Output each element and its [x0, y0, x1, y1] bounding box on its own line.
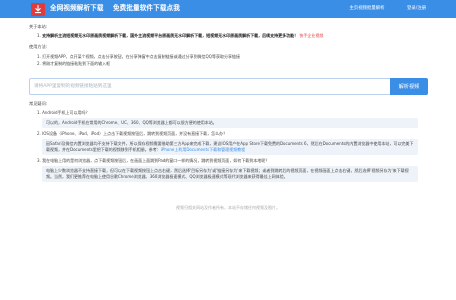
- faq-question: 2. IOS设备（iPhone、iPad、iPod）上点击下载视频按钮后，跳转到…: [37, 131, 228, 137]
- parse-form: 解析视频: [29, 78, 428, 95]
- about-item-highlight: 快手企业视频: [299, 33, 324, 39]
- faq-answer: 可以的，Android手机在常用的Chrome、UC、360、QQ等浏览器上都可…: [42, 118, 418, 129]
- faq-question: 1. Android手机上可以用吗？: [37, 110, 90, 116]
- about-item: 1. 支持解析主流短视频无水印原画质视频解析下载，国外主流视频平台原画质无水印解…: [37, 33, 429, 39]
- parse-video-button[interactable]: 解析视频: [390, 78, 428, 95]
- intro-section: 关于本站: 1. 支持解析主流短视频无水印原画质视频解析下载，国外主流视频平台原…: [29, 24, 429, 68]
- brand: 全网视频解析下载 免费批量软件下载点我: [50, 4, 187, 14]
- faq-section: 常见疑问: 1. Android手机上可以用吗？ 可以的，Android手机在常…: [29, 101, 428, 183]
- about-item-text: 支持解析主流短视频无水印原画质视频解析下载，国外主流视频平台原画质无水印解析下载…: [42, 33, 299, 39]
- nav-batch-parse[interactable]: 主页视频批量解析: [349, 6, 384, 11]
- top-navigation-bar: 全网视频解析下载 免费批量软件下载点我 主页视频批量解析 登录/注册: [0, 0, 456, 18]
- site-logo[interactable]: [31, 3, 45, 16]
- documents-tutorial-link[interactable]: iPhone上利用Documents下载和管理视频教程: [161, 147, 245, 152]
- about-item-number: 1.: [37, 33, 41, 39]
- usage-step: 1. 打开视频APP，点开某个视频，点击分享按钮，在分享弹窗中点击复制链接或通过…: [37, 53, 240, 59]
- faq-answer-text: 可以的，Android手机在常用的Chrome、UC、360、QQ等浏览器上都可…: [46, 120, 217, 126]
- nav-login-register[interactable]: 登录/注册: [407, 6, 426, 11]
- usage-title: 使用方法:: [29, 44, 48, 50]
- top-nav: 主页视频批量解析 登录/注册: [328, 6, 426, 13]
- usage-section: 使用方法: 1. 打开视频APP，点开某个视频，点击分享按钮，在分享弹窗中点击复…: [29, 44, 429, 66]
- video-url-input[interactable]: [29, 78, 391, 95]
- about-title: 关于本站:: [29, 24, 48, 29]
- faq-answer: 因Safari及微信内置浏览器均不支持下载文件，所以保存视频需要借助第三方App…: [42, 139, 418, 156]
- usage-steps: 1. 打开视频APP，点开某个视频，点击分享按钮，在分享弹窗中点击复制链接或通过…: [37, 54, 429, 67]
- faq-title: 常见疑问:: [29, 101, 48, 106]
- faq-answer-text: 电脑上少数浏览器不支持直接下载，但可以在下载视频按钮上点击右键，然后选择'目标另…: [46, 168, 409, 180]
- download-icon: [35, 5, 41, 14]
- footer-disclaimer: 视频归相关网站及作者所有，本站不存储任何视频及图片。: [176, 205, 280, 210]
- brand-title[interactable]: 全网视频解析下载: [50, 4, 104, 12]
- faq-answer: 电脑上少数浏览器不支持直接下载，但可以在下载视频按钮上点击右键，然后选择'目标另…: [42, 166, 418, 183]
- faq-question: 3. 我在电脑上用的是何浏览器，点下载视频按钮后，在画面上面跳到Pad的窗口一样…: [37, 158, 270, 164]
- usage-step: 2. 将刚才复制的链接粘贴到下面的输入框: [37, 60, 111, 66]
- brand-subtitle-link[interactable]: 免费批量软件下载点我: [113, 4, 180, 12]
